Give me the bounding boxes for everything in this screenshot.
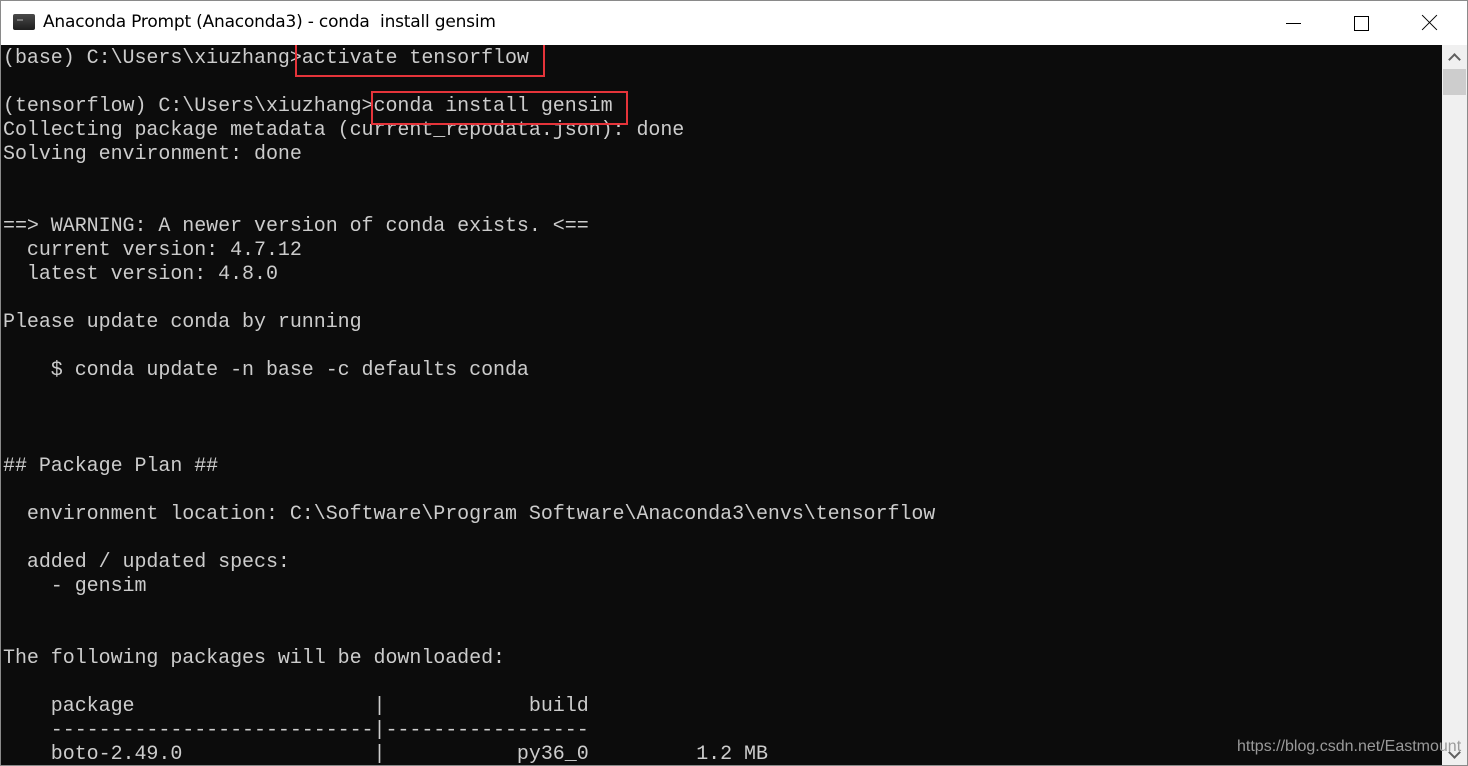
- console-line: package | build: [3, 695, 589, 718]
- window-title: Anaconda Prompt (Anaconda3) - conda inst…: [43, 12, 496, 32]
- console-line: The following packages will be downloade…: [3, 647, 505, 670]
- minimize-icon: [1285, 22, 1301, 24]
- chevron-up-icon: [1448, 53, 1461, 66]
- command-highlight-box: [371, 91, 628, 125]
- console-line: ---------------------------|------------…: [3, 719, 589, 742]
- console-line: boto-2.49.0 | py36_0 1.2 MB: [3, 743, 768, 766]
- console-line: added / updated specs:: [3, 551, 290, 574]
- scrollbar-thumb[interactable]: [1443, 69, 1466, 95]
- console-line: ## Package Plan ##: [3, 455, 219, 478]
- console-line: current version: 4.7.12: [3, 239, 302, 262]
- close-button[interactable]: [1395, 1, 1463, 45]
- console-line: Solving environment: done: [3, 143, 302, 166]
- console-line: ==> WARNING: A newer version of conda ex…: [3, 215, 589, 238]
- watermark: https://blog.csdn.net/Eastmount: [1237, 738, 1462, 755]
- scroll-up-button[interactable]: [1442, 45, 1467, 69]
- close-icon: [1421, 15, 1437, 31]
- console-output[interactable]: (base) C:\Users\xiuzhang>activate tensor…: [1, 45, 1442, 766]
- console-line: latest version: 4.8.0: [3, 263, 278, 286]
- title-bar[interactable]: Anaconda Prompt (Anaconda3) - conda inst…: [1, 1, 1467, 45]
- terminal-icon: [13, 14, 35, 30]
- console-line: Please update conda by running: [3, 311, 362, 334]
- console-line: environment location: C:\Software\Progra…: [3, 503, 936, 526]
- console-line: - gensim: [3, 575, 147, 598]
- maximize-icon: [1353, 15, 1369, 31]
- minimize-button[interactable]: [1259, 1, 1327, 45]
- command-highlight-box: [295, 45, 545, 77]
- vertical-scrollbar[interactable]: [1442, 45, 1467, 765]
- anaconda-prompt-window: Anaconda Prompt (Anaconda3) - conda inst…: [0, 0, 1468, 766]
- console-line: $ conda update -n base -c defaults conda: [3, 359, 529, 382]
- maximize-button[interactable]: [1327, 1, 1395, 45]
